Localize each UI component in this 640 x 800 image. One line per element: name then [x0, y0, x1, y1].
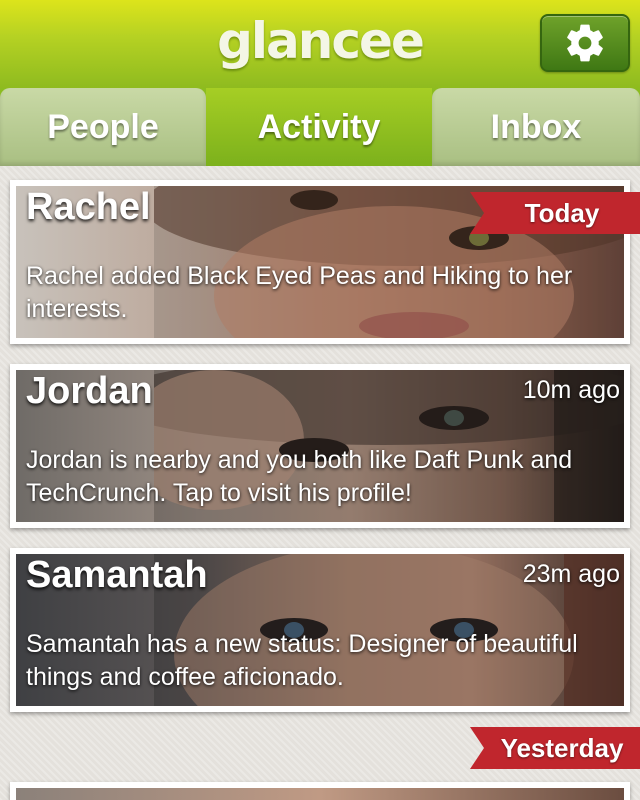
tab-activity[interactable]: Activity	[206, 88, 432, 166]
date-ribbon-today: Today	[470, 192, 640, 234]
card-timestamp: 10m ago	[522, 376, 620, 404]
activity-card-jordan[interactable]: Jordan 10m ago Jordan is nearby and you …	[10, 364, 630, 528]
date-ribbon-yesterday: Yesterday	[470, 727, 640, 769]
settings-button[interactable]	[540, 14, 630, 72]
activity-card-partial[interactable]	[10, 782, 630, 800]
card-name: Samantah	[26, 554, 208, 596]
card-timestamp: 23m ago	[522, 560, 620, 588]
profile-photo	[16, 788, 624, 800]
tab-inbox[interactable]: Inbox	[432, 88, 640, 166]
card-name: Rachel	[26, 186, 151, 228]
activity-card-samantah[interactable]: Samantah 23m ago Samantah has a new stat…	[10, 548, 630, 712]
gear-icon	[567, 24, 603, 62]
card-name: Jordan	[26, 370, 153, 412]
card-text: Jordan is nearby and you both like Daft …	[26, 446, 573, 507]
tab-bar: People Activity Inbox	[0, 88, 640, 166]
card-text: Rachel added Black Eyed Peas and Hiking …	[26, 262, 573, 323]
top-bar: glancee	[0, 0, 640, 90]
card-text: Samantah has a new status: Designer of b…	[26, 630, 578, 691]
tab-people[interactable]: People	[0, 88, 206, 166]
